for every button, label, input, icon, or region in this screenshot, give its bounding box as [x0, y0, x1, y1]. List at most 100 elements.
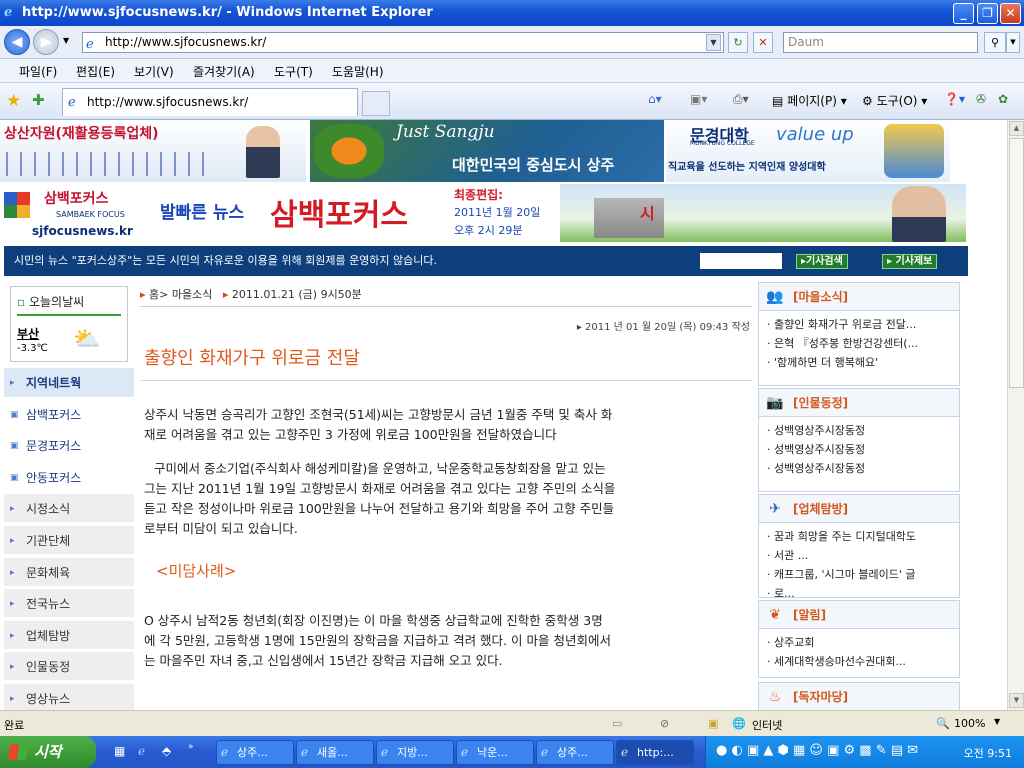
people-header[interactable]: 📷 [인물동정] [759, 389, 959, 417]
article-search-input[interactable] [700, 253, 782, 269]
address-input[interactable]: ℯ http://www.sjfocusnews.kr/ ▼ [82, 32, 724, 53]
title-divider [140, 380, 752, 381]
village-list-item[interactable]: · 출향인 화재가구 위로금 전달... [767, 315, 955, 334]
zoom-level[interactable]: 100% [954, 717, 985, 730]
article-report-button[interactable]: ▸ 기사제보 [882, 254, 938, 269]
tab-page-icon: ℯ [68, 95, 76, 110]
sidebar-item-3[interactable]: ▣ 안동포커스 [4, 462, 134, 493]
reader-header[interactable]: ♨ [독자마당] [759, 683, 959, 710]
vertical-scrollbar[interactable]: ▲ ▼ [1007, 120, 1024, 710]
sidebar-item-8[interactable]: ▸ 업체탐방 [4, 620, 134, 651]
ad-mungyeong[interactable]: 문경대학 MUNKYUNG COLLEGE value up 직교육을 선도하는… [666, 120, 950, 182]
breadcrumb-path[interactable]: 홈> 마을소식 [149, 288, 212, 301]
feeds-icon[interactable]: ▣▾ [690, 92, 707, 106]
notice-list-item[interactable]: · 세계대학생승마선수권대회... [767, 652, 955, 671]
sidebar-item-1[interactable]: ▣ 삼백포커스 [4, 399, 134, 430]
breadcrumb-date: 2011.01.21 (금) 9시50분 [231, 288, 362, 301]
tray-icons[interactable]: ● ◐ ▣ ▲ ⬢ ▦ ☺ ▣ ⚙ ▩ ✎ ▤ ✉ [716, 743, 918, 758]
menu-file[interactable]: 파일(F) [19, 63, 57, 80]
menu-edit[interactable]: 편집(E) [76, 63, 115, 80]
village-news-header[interactable]: 👥 [마을소식] [759, 283, 959, 311]
sidebar-item-6[interactable]: ▸ 문화체육 [4, 557, 134, 588]
sidebar-item-5[interactable]: ▸ 기관단체 [4, 526, 134, 556]
research-icon[interactable]: ✇ [976, 92, 986, 106]
stop-icon[interactable]: ✕ [753, 32, 773, 53]
scroll-up-icon[interactable]: ▲ [1009, 121, 1024, 136]
zoom-icon[interactable]: 🔍 [936, 717, 950, 730]
quicklaunch-ie-icon[interactable]: ℯ [138, 744, 145, 758]
people-list-item[interactable]: · 성백영상주시장동정 [767, 421, 955, 440]
company-list-item-text: 꿈과 희망을 주는 디지털대학도 [774, 530, 917, 543]
company-list-item[interactable]: · 꿈과 희망을 주는 디지털대학도 [767, 527, 955, 546]
sidebar-item-10[interactable]: ▸ 영상뉴스 [4, 684, 134, 710]
sidebar-item-9[interactable]: ▸ 인물동정 [4, 652, 134, 683]
search-input[interactable]: Daum [783, 32, 978, 53]
new-tab-button[interactable] [362, 91, 390, 116]
quicklaunch-app-icon[interactable]: ⬘ [162, 744, 171, 758]
minimize-button[interactable]: _ [953, 3, 974, 24]
start-button[interactable]: 시작 [0, 736, 96, 768]
tab-current[interactable]: ℯ http://www.sjfocusnews.kr/ [62, 88, 358, 116]
back-button[interactable]: ◀ [4, 29, 30, 55]
add-favorite-icon[interactable]: ✚ [32, 91, 45, 109]
home-icon[interactable]: ⌂▾ [648, 92, 662, 106]
task-ie-icon: ℯ [461, 745, 469, 759]
scroll-down-icon[interactable]: ▼ [1009, 693, 1024, 708]
notice-list-item[interactable]: · 상주교회 [767, 633, 955, 652]
address-dropdown-icon[interactable]: ▼ [706, 34, 721, 51]
ad-sangsan[interactable]: 상산자원(재활용등록업체) [0, 120, 306, 182]
search-options-icon[interactable]: ▼ [1006, 32, 1020, 53]
announce-header[interactable]: ❦ [알림] [759, 601, 959, 629]
people-list-item[interactable]: · 성백영상주시장동정 [767, 459, 955, 478]
refresh-icon[interactable]: ↻ [728, 32, 748, 53]
sidebar-item-2[interactable]: ▣ 문경포커스 [4, 431, 134, 462]
zoom-dropdown-icon[interactable]: ▼ [994, 717, 1000, 726]
menu-help[interactable]: 도움말(H) [332, 63, 384, 80]
history-dropdown-icon[interactable]: ▼ [63, 36, 69, 45]
article-written-text: 2011 년 01 월 20일 (목) 09:43 작성 [585, 322, 750, 333]
menu-favorites[interactable]: 즐겨찾기(A) [193, 63, 255, 80]
scroll-thumb[interactable] [1009, 138, 1024, 388]
village-list-item[interactable]: · 은혁 『성주봉 한방건강센터(... [767, 334, 955, 353]
menu-view[interactable]: 보기(V) [134, 63, 174, 80]
company-header[interactable]: ✈ [업체탐방] [759, 495, 959, 523]
sidebar-item-0[interactable]: ▸ 지역네트웍 [4, 368, 134, 398]
weather-city[interactable]: 부산 [17, 325, 39, 342]
tools-menu[interactable]: ⚙ 도구(O) ▾ [862, 92, 927, 109]
company-list-item[interactable]: · 캐프그룹, '시그마 블레이드' 글 [767, 565, 955, 584]
favorites-star-icon[interactable]: ★ [6, 91, 21, 111]
ad-sangju[interactable]: Just Sangju 대한민국의 중심도시 상주 [310, 120, 664, 182]
sidebar-item-7[interactable]: ▸ 전국뉴스 [4, 589, 134, 620]
taskbar-task[interactable]: ℯ http:... [616, 740, 694, 765]
site-logo[interactable]: 삼백포커스 SAMBAEK FOCUS sjfocusnews.kr [4, 186, 144, 242]
taskbar-task[interactable]: ℯ 상주... [536, 740, 614, 765]
taskbar-task[interactable]: ℯ 새올... [296, 740, 374, 765]
messenger-icon[interactable]: ✿ [998, 92, 1008, 106]
page-viewport: 상산자원(재활용등록업체) Just Sangju 대한민국의 중심도시 상주 … [0, 120, 1007, 710]
quicklaunch-desktop-icon[interactable]: ▦ [114, 744, 125, 758]
protected-mode-icon: ▣ [708, 717, 719, 730]
help-icon[interactable]: ❓▾ [944, 92, 965, 106]
quicklaunch-more-icon[interactable]: » [188, 742, 194, 752]
taskbar-task[interactable]: ℯ 지방... [376, 740, 454, 765]
close-button[interactable]: ✕ [1000, 3, 1021, 24]
article-search-button[interactable]: ▸기사검색 [796, 254, 848, 269]
page-menu[interactable]: ▤ 페이지(P) ▾ [772, 92, 847, 109]
weather-title: ▫ 오늘의날씨 [17, 293, 84, 310]
sidebar-item-4[interactable]: ▸ 시정소식 [4, 494, 134, 525]
print-icon[interactable]: ⎙▾ [733, 92, 749, 107]
menu-tools[interactable]: 도구(T) [274, 63, 313, 80]
page-icon: ℯ [86, 37, 94, 52]
taskbar-task[interactable]: ℯ 낙운... [456, 740, 534, 765]
status-text: 완료 [4, 719, 25, 732]
search-icon[interactable]: ⚲ [984, 32, 1006, 53]
people-list-item[interactable]: · 성백영상주시장동정 [767, 440, 955, 459]
maximize-button[interactable]: ❐ [977, 3, 998, 24]
village-list-item[interactable]: · '함께하면 더 행복해요' [767, 353, 955, 372]
edited-date: 2011년 1월 20일 [454, 206, 541, 219]
popup-blocker-icon[interactable]: ⊘ [660, 717, 669, 730]
reader-box: ♨ [독자마당] [758, 682, 960, 710]
forward-button[interactable]: ▶ [33, 29, 59, 55]
company-list-item[interactable]: · 서관 ... [767, 546, 955, 565]
taskbar-task[interactable]: ℯ 상주... [216, 740, 294, 765]
